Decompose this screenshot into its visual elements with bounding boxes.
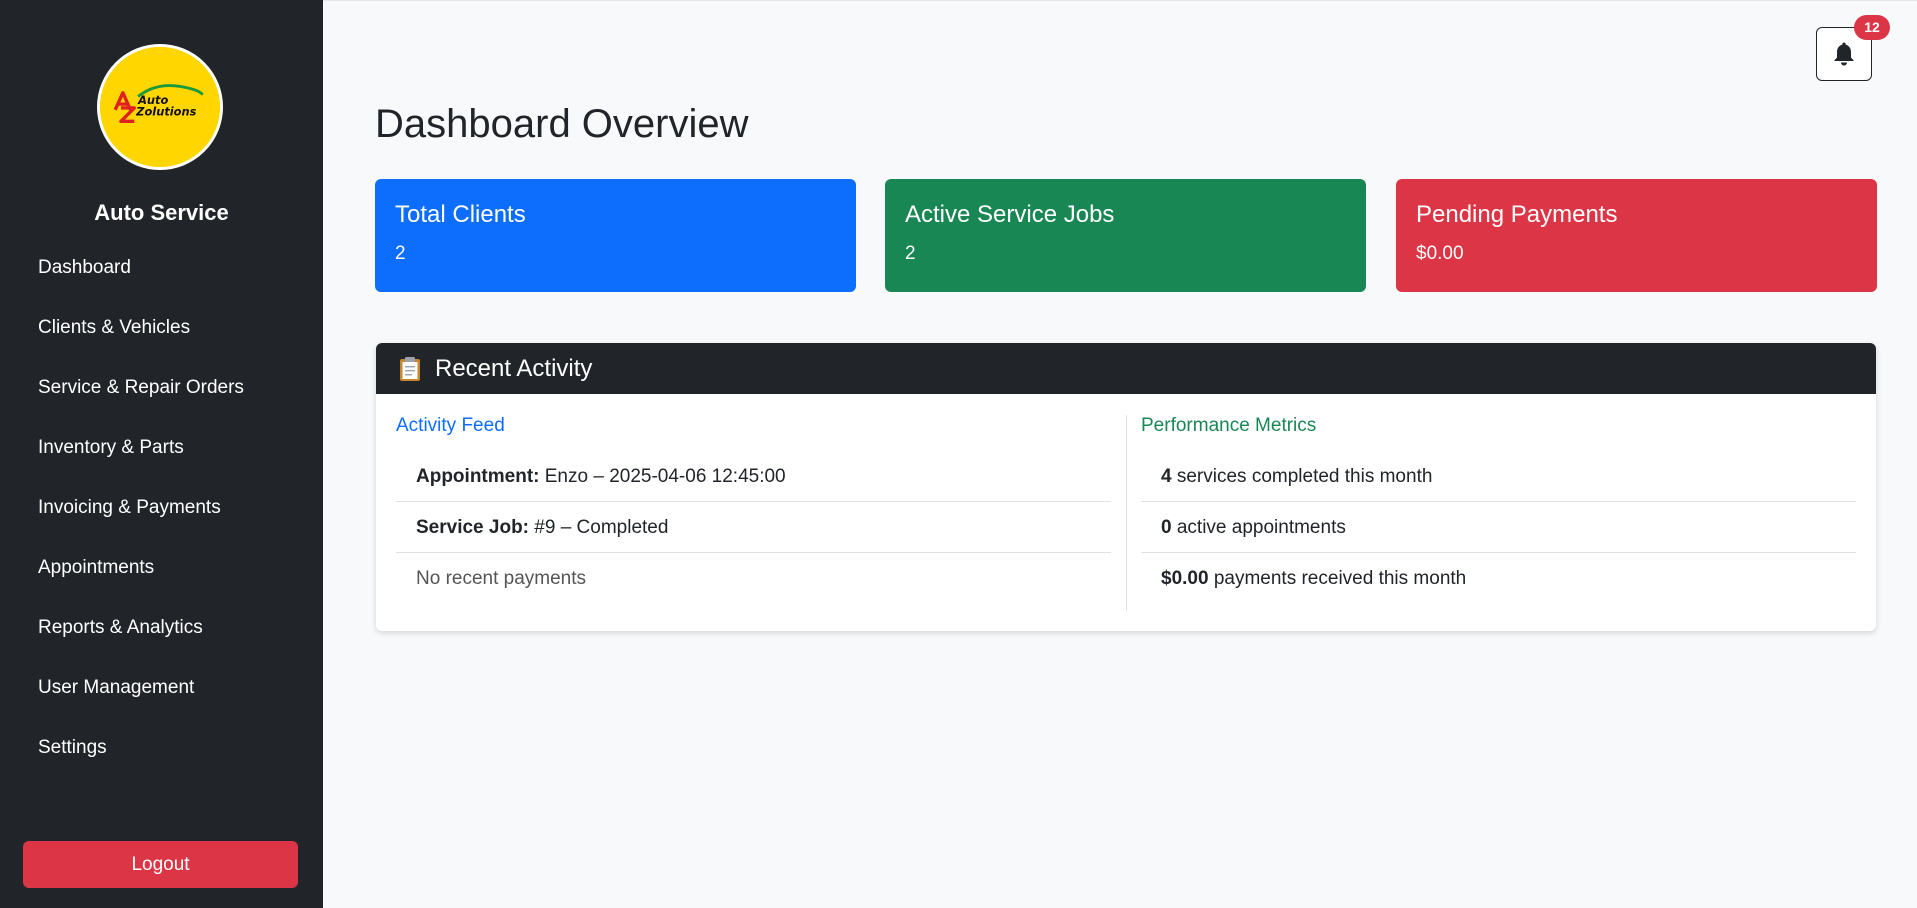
list-item-label: Appointment: <box>416 466 540 487</box>
recent-activity-header: Recent Activity <box>376 343 1876 394</box>
list-item-text: #9 – Completed <box>529 517 669 538</box>
recent-activity-panel: Recent Activity Activity Feed Appointmen… <box>376 343 1876 631</box>
brand-logo[interactable]: Auto Zolutions <box>97 44 223 170</box>
list-item: $0.00 payments received this month <box>1141 553 1856 604</box>
sidebar-nav: Dashboard Clients & Vehicles Service & R… <box>0 244 323 784</box>
list-item-label: Service Job: <box>416 517 529 538</box>
metric-value: 0 <box>1161 517 1172 538</box>
metric-text: payments received this month <box>1208 568 1467 589</box>
list-item: 0 active appointments <box>1141 502 1856 553</box>
main-content: 12 Dashboard Overview Total Clients 2 Ac… <box>323 0 1917 908</box>
sidebar-item-clients-vehicles[interactable]: Clients & Vehicles <box>0 304 323 364</box>
sidebar-item-invoicing-payments[interactable]: Invoicing & Payments <box>0 484 323 544</box>
list-item: 4 services completed this month <box>1141 451 1856 502</box>
activity-feed-list: Appointment: Enzo – 2025-04-06 12:45:00 … <box>396 451 1111 604</box>
sidebar-item-user-management[interactable]: User Management <box>0 664 323 724</box>
metric-value: $0.00 <box>1161 568 1209 589</box>
performance-metrics-heading: Performance Metrics <box>1141 415 1317 436</box>
activity-feed-heading: Activity Feed <box>396 415 505 436</box>
notification-count-badge: 12 <box>1854 15 1890 40</box>
logo-text-bottom: Zolutions <box>135 105 196 119</box>
bell-icon <box>1834 42 1854 66</box>
sidebar-item-settings[interactable]: Settings <box>0 724 323 784</box>
list-item: No recent payments <box>396 553 1111 604</box>
performance-metrics-column: Performance Metrics 4 services completed… <box>1141 394 1856 631</box>
metric-text: services completed this month <box>1171 466 1433 487</box>
sidebar: Auto Zolutions Auto Service Dashboard Cl… <box>0 0 323 908</box>
sidebar-item-appointments[interactable]: Appointments <box>0 544 323 604</box>
card-value: 2 <box>395 243 406 264</box>
auto-zolutions-logo-icon: Auto Zolutions <box>100 47 220 167</box>
list-item-text: No recent payments <box>416 568 587 589</box>
card-active-service-jobs: Active Service Jobs 2 <box>885 179 1366 292</box>
metric-text: active appointments <box>1171 517 1346 538</box>
card-total-clients: Total Clients 2 <box>375 179 856 292</box>
page-title: Dashboard Overview <box>375 102 749 146</box>
activity-feed-column: Activity Feed Appointment: Enzo – 2025-0… <box>396 394 1111 631</box>
list-item-text: Enzo – 2025-04-06 12:45:00 <box>539 466 786 487</box>
card-value: 2 <box>905 243 916 264</box>
performance-metrics-list: 4 services completed this month 0 active… <box>1141 451 1856 604</box>
card-pending-payments: Pending Payments $0.00 <box>1396 179 1877 292</box>
column-divider <box>1126 415 1127 611</box>
list-item: Service Job: #9 – Completed <box>396 502 1111 553</box>
card-title: Active Service Jobs <box>905 201 1115 228</box>
recent-activity-title: Recent Activity <box>435 354 593 382</box>
summary-cards: Total Clients 2 Active Service Jobs 2 Pe… <box>375 179 1877 292</box>
sidebar-item-dashboard[interactable]: Dashboard <box>0 244 323 304</box>
sidebar-item-inventory-parts[interactable]: Inventory & Parts <box>0 424 323 484</box>
brand-title: Auto Service <box>94 200 229 225</box>
metric-value: 4 <box>1161 466 1172 487</box>
card-value: $0.00 <box>1416 243 1464 264</box>
logout-button[interactable]: Logout <box>23 841 298 888</box>
sidebar-item-reports-analytics[interactable]: Reports & Analytics <box>0 604 323 664</box>
card-title: Pending Payments <box>1416 201 1618 228</box>
sidebar-item-service-repair-orders[interactable]: Service & Repair Orders <box>0 364 323 424</box>
clipboard-icon <box>400 356 420 381</box>
list-item: Appointment: Enzo – 2025-04-06 12:45:00 <box>396 451 1111 502</box>
card-title: Total Clients <box>395 201 526 228</box>
